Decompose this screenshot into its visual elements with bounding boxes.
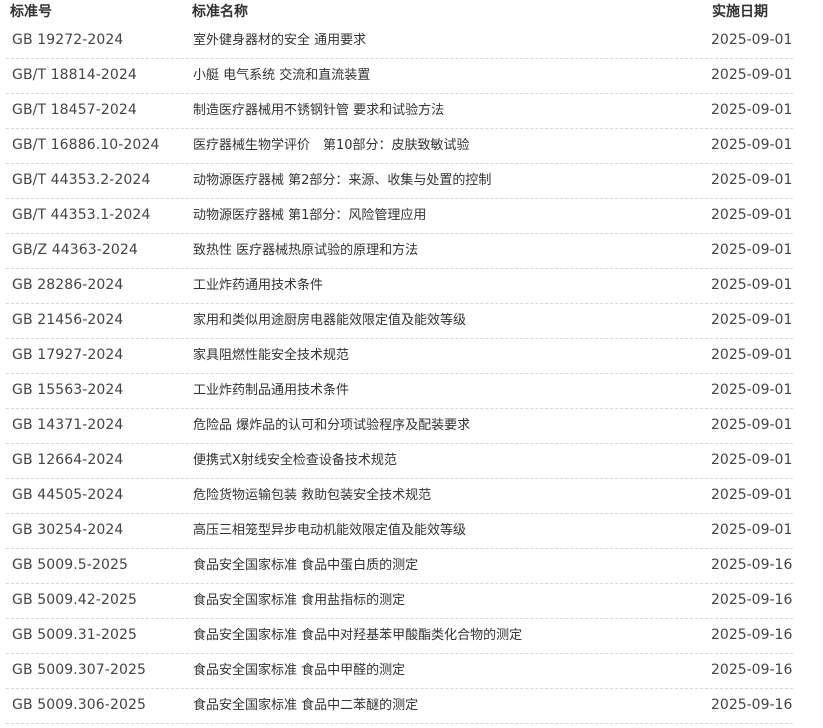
effective-date: 2025-09-16	[711, 697, 793, 713]
effective-date: 2025-09-01	[711, 32, 793, 48]
standard-code: GB/T 44353.2-2024	[12, 172, 151, 188]
standard-name-link[interactable]: 食品安全国家标准 食用盐指标的测定	[193, 592, 405, 609]
standard-name-link[interactable]: 室外健身器材的安全 通用要求	[193, 32, 366, 49]
standard-code: GB 19272-2024	[12, 32, 124, 48]
effective-date: 2025-09-01	[711, 312, 793, 328]
standard-code: GB 17927-2024	[12, 347, 124, 363]
effective-date: 2025-09-01	[711, 207, 793, 223]
standard-code: GB/Z 44363-2024	[12, 242, 138, 258]
standard-code: GB 21456-2024	[12, 312, 124, 328]
header-effective-date: 实施日期	[712, 4, 768, 20]
effective-date: 2025-09-16	[711, 662, 793, 678]
standard-code: GB 5009.307-2025	[12, 662, 146, 678]
standard-code: GB 5009.5-2025	[12, 557, 128, 573]
table-row: GB/T 18457-2024 制造医疗器械用不锈钢针管 要求和试验方法 2025-…	[0, 94, 823, 129]
standard-name-link[interactable]: 动物源医疗器械 第2部分：来源、收集与处置的控制	[193, 172, 491, 189]
effective-date: 2025-09-01	[711, 452, 793, 468]
standards-table: 标准号 标准名称 实施日期 GB 19272-2024 室外健身器材的安全 通用要…	[0, 0, 823, 724]
standard-name-link[interactable]: 食品安全国家标准 食品中蛋白质的测定	[193, 557, 418, 574]
effective-date: 2025-09-01	[711, 487, 793, 503]
standard-code: GB 14371-2024	[12, 417, 124, 433]
standard-code: GB/T 18814-2024	[12, 67, 137, 83]
effective-date: 2025-09-01	[711, 242, 793, 258]
standard-code: GB 28286-2024	[12, 277, 124, 293]
standard-name-link[interactable]: 制造医疗器械用不锈钢针管 要求和试验方法	[193, 102, 444, 119]
standard-name-link[interactable]: 家具阻燃性能安全技术规范	[193, 347, 349, 364]
effective-date: 2025-09-01	[711, 347, 793, 363]
table-row: GB 14371-2024 危险品 爆炸品的认可和分项试验程序及配装要求 2025-…	[0, 409, 823, 444]
standard-name-link[interactable]: 动物源医疗器械 第1部分：风险管理应用	[193, 207, 426, 224]
table-row: GB/T 16886.10-2024 医疗器械生物学评价 第10部分：皮肤致敏试验…	[0, 129, 823, 164]
effective-date: 2025-09-01	[711, 522, 793, 538]
standard-name-link[interactable]: 食品安全国家标准 食品中二苯醚的测定	[193, 697, 418, 714]
header-standard-code: 标准号	[10, 4, 52, 20]
table-row: GB 5009.306-2025 食品安全国家标准 食品中二苯醚的测定 2025-0…	[0, 689, 823, 724]
standard-code: GB 44505-2024	[12, 487, 124, 503]
standard-name-link[interactable]: 工业炸药制品通用技术条件	[193, 382, 349, 399]
standard-code: GB/T 44353.1-2024	[12, 207, 151, 223]
table-row: GB 15563-2024 工业炸药制品通用技术条件 2025-09-01	[0, 374, 823, 409]
table-header: 标准号 标准名称 实施日期	[0, 0, 823, 24]
standard-name-link[interactable]: 危险货物运输包装 救助包装安全技术规范	[193, 487, 431, 504]
effective-date: 2025-09-01	[711, 67, 793, 83]
table-row: GB 30254-2024 高压三相笼型异步电动机能效限定值及能效等级 2025-0…	[0, 514, 823, 549]
effective-date: 2025-09-01	[711, 172, 793, 188]
table-row: GB 21456-2024 家用和类似用途厨房电器能效限定值及能效等级 2025-0…	[0, 304, 823, 339]
standard-code: GB/T 16886.10-2024	[12, 137, 160, 153]
effective-date: 2025-09-01	[711, 137, 793, 153]
standard-name-link[interactable]: 家用和类似用途厨房电器能效限定值及能效等级	[193, 312, 466, 329]
effective-date: 2025-09-01	[711, 102, 793, 118]
table-row: GB 5009.31-2025 食品安全国家标准 食品中对羟基苯甲酸酯类化合物的测…	[0, 619, 823, 654]
effective-date: 2025-09-16	[711, 627, 793, 643]
table-row: GB 17927-2024 家具阻燃性能安全技术规范 2025-09-01	[0, 339, 823, 374]
effective-date: 2025-09-01	[711, 417, 793, 433]
standard-name-link[interactable]: 食品安全国家标准 食品中对羟基苯甲酸酯类化合物的测定	[193, 627, 522, 644]
table-row: GB/T 44353.1-2024 动物源医疗器械 第1部分：风险管理应用 2025…	[0, 199, 823, 234]
effective-date: 2025-09-01	[711, 382, 793, 398]
table-body: GB 19272-2024 室外健身器材的安全 通用要求 2025-09-01 GB/…	[0, 24, 823, 724]
standard-name-link[interactable]: 危险品 爆炸品的认可和分项试验程序及配装要求	[193, 417, 470, 434]
standard-name-link[interactable]: 医疗器械生物学评价 第10部分：皮肤致敏试验	[193, 137, 470, 154]
table-row: GB 5009.42-2025 食品安全国家标准 食用盐指标的测定 2025-09-…	[0, 584, 823, 619]
table-row: GB 44505-2024 危险货物运输包装 救助包装安全技术规范 2025-09-…	[0, 479, 823, 514]
table-row: GB 19272-2024 室外健身器材的安全 通用要求 2025-09-01	[0, 24, 823, 59]
standard-code: GB 5009.31-2025	[12, 627, 137, 643]
standard-code: GB 30254-2024	[12, 522, 124, 538]
effective-date: 2025-09-16	[711, 592, 793, 608]
standard-code: GB 12664-2024	[12, 452, 124, 468]
table-row: GB 5009.307-2025 食品安全国家标准 食品中甲醛的测定 2025-09…	[0, 654, 823, 689]
standard-code: GB 15563-2024	[12, 382, 124, 398]
table-row: GB 28286-2024 工业炸药通用技术条件 2025-09-01	[0, 269, 823, 304]
standard-name-link[interactable]: 工业炸药通用技术条件	[193, 277, 323, 294]
standard-code: GB/T 18457-2024	[12, 102, 137, 118]
table-row: GB 5009.5-2025 食品安全国家标准 食品中蛋白质的测定 2025-09-…	[0, 549, 823, 584]
standard-name-link[interactable]: 高压三相笼型异步电动机能效限定值及能效等级	[193, 522, 466, 539]
table-row: GB/T 44353.2-2024 动物源医疗器械 第2部分：来源、收集与处置的控…	[0, 164, 823, 199]
standard-code: GB 5009.42-2025	[12, 592, 137, 608]
table-row: GB/T 18814-2024 小艇 电气系统 交流和直流装置 2025-09-01	[0, 59, 823, 94]
standard-name-link[interactable]: 小艇 电气系统 交流和直流装置	[193, 67, 370, 84]
table-row: GB 12664-2024 便携式X射线安全检查设备技术规范 2025-09-01	[0, 444, 823, 479]
standard-code: GB 5009.306-2025	[12, 697, 146, 713]
table-row: GB/Z 44363-2024 致热性 医疗器械热原试验的原理和方法 2025-09…	[0, 234, 823, 269]
effective-date: 2025-09-01	[711, 277, 793, 293]
standard-name-link[interactable]: 便携式X射线安全检查设备技术规范	[193, 452, 397, 469]
standard-name-link[interactable]: 致热性 医疗器械热原试验的原理和方法	[193, 242, 418, 259]
standard-name-link[interactable]: 食品安全国家标准 食品中甲醛的测定	[193, 662, 405, 679]
header-standard-name: 标准名称	[192, 4, 248, 20]
effective-date: 2025-09-16	[711, 557, 793, 573]
